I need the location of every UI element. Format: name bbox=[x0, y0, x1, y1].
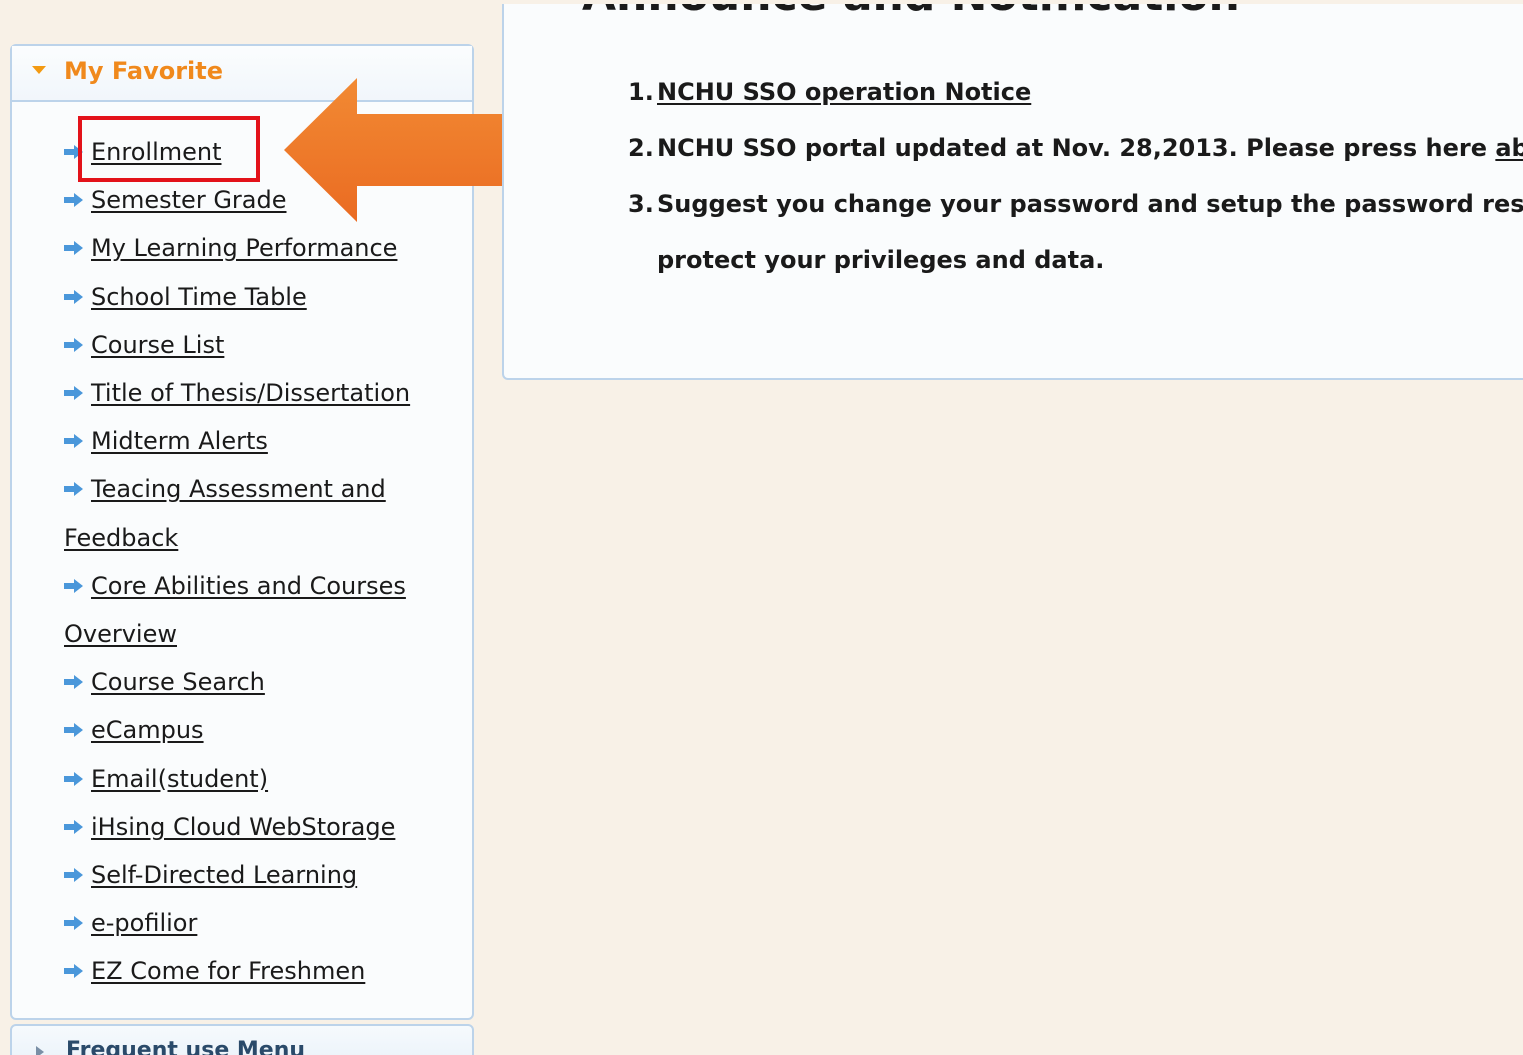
menu-link-ihsing-cloud[interactable]: iHsing Cloud WebStorage bbox=[91, 813, 395, 841]
favorite-menu-item: Midterm Alerts bbox=[64, 417, 444, 465]
menu-link-midterm-alerts[interactable]: Midterm Alerts bbox=[91, 427, 268, 455]
favorite-menu-item: Self-Directed Learning bbox=[64, 851, 444, 899]
favorite-menu-list: Enrollment Semester Grade My Learning Pe… bbox=[64, 128, 444, 996]
my-favorite-header[interactable]: My Favorite bbox=[12, 46, 472, 102]
notice-link-sso-operation[interactable]: NCHU SSO operation Notice bbox=[657, 78, 1031, 106]
menu-link-course-search[interactable]: Course Search bbox=[91, 668, 265, 696]
arrow-right-icon bbox=[64, 675, 83, 690]
arrow-right-icon bbox=[64, 916, 83, 931]
notice-item-continuation: protect your privileges and data. bbox=[628, 238, 1523, 294]
favorite-menu-item: e-pofilior bbox=[64, 899, 444, 947]
sidebar: My Favorite Enrollment Semester Grade My… bbox=[10, 44, 474, 1020]
favorite-menu-item: Course List bbox=[64, 321, 444, 369]
frequent-use-menu-header[interactable]: Frequent use Menu bbox=[10, 1024, 474, 1055]
arrow-right-icon bbox=[64, 723, 83, 738]
menu-link-thesis-title[interactable]: Title of Thesis/Dissertation bbox=[91, 379, 410, 407]
arrow-right-icon bbox=[64, 482, 83, 497]
favorite-menu-item: eCampus bbox=[64, 706, 444, 754]
frequent-use-menu-title: Frequent use Menu bbox=[66, 1038, 306, 1055]
notice-number: 2. bbox=[628, 134, 654, 162]
favorite-menu-item: iHsing Cloud WebStorage bbox=[64, 803, 444, 851]
arrow-right-icon bbox=[64, 434, 83, 449]
menu-link-ecampus[interactable]: eCampus bbox=[91, 716, 204, 744]
arrow-right-icon bbox=[64, 241, 83, 256]
notice-item: 2. NCHU SSO portal updated at Nov. 28,20… bbox=[628, 126, 1523, 182]
arrow-right-icon bbox=[64, 386, 83, 401]
menu-link-course-list[interactable]: Course List bbox=[91, 331, 224, 359]
menu-link-e-pofilior[interactable]: e-pofilior bbox=[91, 909, 197, 937]
arrow-right-icon bbox=[64, 337, 83, 352]
menu-link-enrollment[interactable]: Enrollment bbox=[91, 138, 222, 166]
favorite-menu-item: EZ Come for Freshmen bbox=[64, 947, 444, 995]
notice-text: NCHU SSO portal updated at Nov. 28,2013.… bbox=[657, 134, 1496, 162]
notice-number: 1. bbox=[628, 78, 654, 106]
menu-link-ez-come-freshmen[interactable]: EZ Come for Freshmen bbox=[91, 957, 365, 985]
page: Announce and Notification 1. NCHU SSO op… bbox=[0, 0, 1523, 1055]
caret-down-icon bbox=[32, 66, 46, 74]
favorite-menu-item: My Learning Performance bbox=[64, 224, 444, 272]
my-favorite-title: My Favorite bbox=[64, 57, 224, 85]
notice-link-about[interactable]: about t bbox=[1495, 134, 1523, 162]
arrow-right-icon bbox=[64, 964, 83, 979]
arrow-right-icon bbox=[64, 819, 83, 834]
menu-link-learning-performance[interactable]: My Learning Performance bbox=[91, 234, 397, 262]
arrow-right-icon bbox=[64, 578, 83, 593]
menu-link-self-directed-learning[interactable]: Self-Directed Learning bbox=[91, 861, 357, 889]
notice-text: Suggest you change your password and set… bbox=[657, 190, 1523, 218]
arrow-right-icon bbox=[64, 145, 83, 159]
favorite-menu-item: Email(student) bbox=[64, 755, 444, 803]
menu-link-school-time-table[interactable]: School Time Table bbox=[91, 283, 307, 311]
menu-link-teaching-assessment[interactable]: Teacing Assessment and Feedback bbox=[64, 475, 386, 551]
menu-link-email-student[interactable]: Email(student) bbox=[91, 765, 268, 793]
arrow-right-icon bbox=[64, 868, 83, 883]
notice-list: 1. NCHU SSO operation Notice 2. NCHU SSO… bbox=[628, 70, 1523, 294]
favorite-menu-item: Teacing Assessment and Feedback bbox=[64, 465, 444, 561]
favorite-menu-item: Semester Grade bbox=[64, 176, 444, 224]
favorite-menu-item: Course Search bbox=[64, 658, 444, 706]
announcement-panel: Announce and Notification 1. NCHU SSO op… bbox=[502, 4, 1523, 380]
favorite-menu-item: Core Abilities and Courses Overview bbox=[64, 562, 444, 658]
menu-link-core-abilities[interactable]: Core Abilities and Courses Overview bbox=[64, 572, 406, 648]
arrow-right-icon bbox=[64, 289, 83, 304]
favorite-menu-item: Title of Thesis/Dissertation bbox=[64, 369, 444, 417]
notice-text-continuation: protect your privileges and data. bbox=[657, 246, 1105, 274]
arrow-right-icon bbox=[64, 771, 83, 786]
notice-item: 1. NCHU SSO operation Notice bbox=[628, 70, 1523, 126]
notice-item: 3. Suggest you change your password and … bbox=[628, 182, 1523, 238]
favorite-menu-item: School Time Table bbox=[64, 273, 444, 321]
favorite-menu-item: Enrollment bbox=[64, 128, 444, 176]
announcement-title: Announce and Notification bbox=[582, 4, 1240, 21]
arrow-right-icon bbox=[64, 193, 83, 208]
caret-right-icon bbox=[36, 1046, 44, 1055]
menu-link-semester-grade[interactable]: Semester Grade bbox=[91, 186, 287, 214]
notice-number: 3. bbox=[628, 190, 654, 218]
